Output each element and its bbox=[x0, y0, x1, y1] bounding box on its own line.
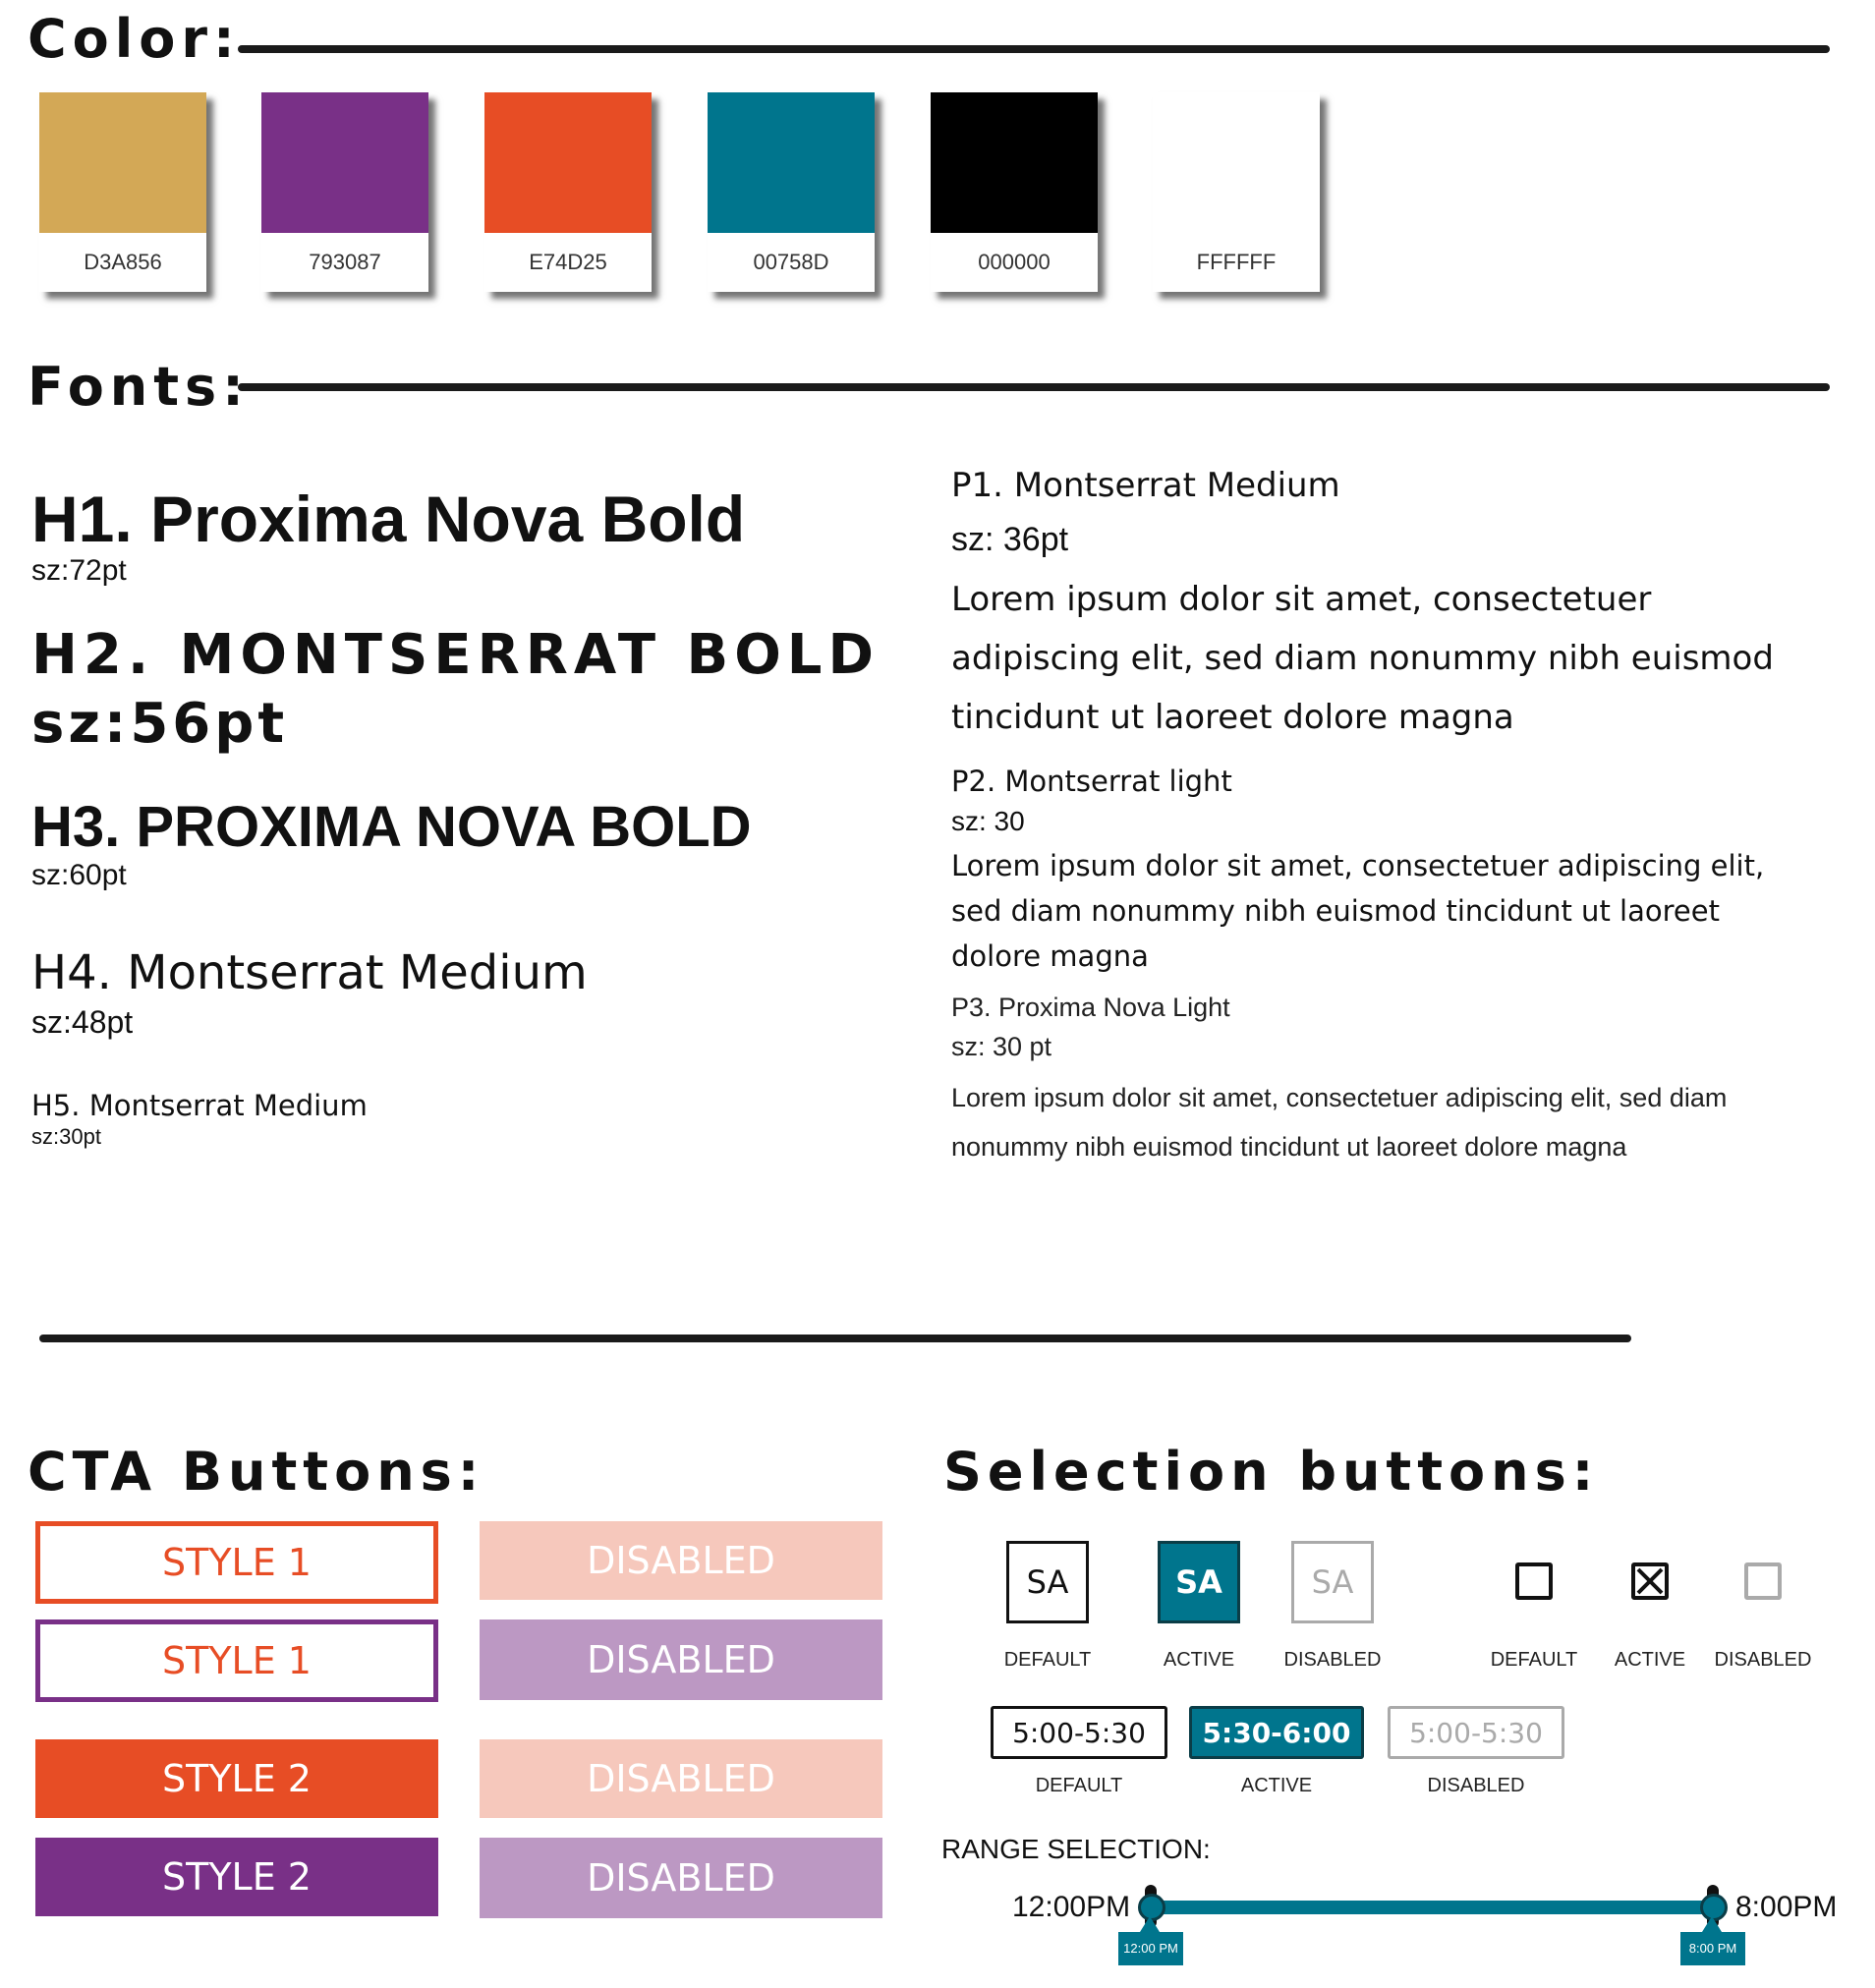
swatch-purple: 793087 bbox=[261, 92, 428, 292]
swatch-hex: D3A856 bbox=[84, 250, 162, 274]
range-slider-track[interactable] bbox=[1150, 1901, 1714, 1914]
range-end-tooltip: 8:00 PM bbox=[1680, 1916, 1745, 1965]
p1-size: sz: 36pt bbox=[951, 521, 1069, 558]
time-slot-disabled-caption: DISABLED bbox=[1427, 1775, 1525, 1796]
p2-line: Lorem ipsum dolor sit amet, consectetuer… bbox=[951, 849, 1765, 882]
p1-line: Lorem ipsum dolor sit amet, consectetuer bbox=[951, 580, 1652, 619]
range-end-label: 8:00PM bbox=[1735, 1891, 1838, 1923]
time-slot-active-caption: ACTIVE bbox=[1240, 1775, 1313, 1796]
section-title-color: Color: bbox=[28, 8, 241, 70]
checkbox-active[interactable] bbox=[1631, 1562, 1669, 1600]
p1-line: tincidunt ut laoreet dolore magna bbox=[951, 698, 1514, 737]
swatch-hex: FFFFFF bbox=[1196, 250, 1277, 274]
swatch-white: FFFFFF bbox=[1153, 92, 1320, 292]
cta-disabled-purple-button: DISABLED bbox=[480, 1838, 882, 1918]
h3-sample: H3. PROXIMA NOVA BOLD bbox=[31, 795, 752, 859]
swatch-orange: E74D25 bbox=[484, 92, 652, 292]
swatch-chip bbox=[931, 92, 1098, 233]
sa-disabled-button: SA bbox=[1291, 1541, 1374, 1623]
section-title-fonts: Fonts: bbox=[28, 356, 250, 418]
p3-size: sz: 30 pt bbox=[951, 1032, 1052, 1061]
checkbox-x-icon bbox=[1636, 1567, 1664, 1595]
h2-sample: H2. MONTSERRAT BOLD bbox=[31, 623, 880, 687]
sa-active-caption: ACTIVE bbox=[1163, 1649, 1235, 1671]
h5-sample: H5. Montserrat Medium bbox=[31, 1089, 368, 1122]
swatch-gold: D3A856 bbox=[39, 92, 206, 292]
swatch-hex: 000000 bbox=[978, 250, 1051, 274]
p1-name: P1. Montserrat Medium bbox=[951, 466, 1340, 505]
h1-sample: H1. Proxima Nova Bold bbox=[31, 483, 746, 555]
divider-color bbox=[238, 45, 1830, 53]
checkbox-default-caption: DEFAULT bbox=[1490, 1649, 1578, 1671]
p2-size: sz: 30 bbox=[951, 806, 1025, 836]
tooltip-box: 8:00 PM bbox=[1680, 1932, 1745, 1965]
cta-style1-orange-button[interactable]: STYLE 1 bbox=[35, 1521, 438, 1604]
tooltip-arrow bbox=[1702, 1916, 1722, 1932]
swatch-hex: 00758D bbox=[753, 250, 829, 274]
swatch-hex: 793087 bbox=[309, 250, 381, 274]
section-title-cta: CTA Buttons: bbox=[28, 1441, 485, 1503]
swatch-black: 000000 bbox=[931, 92, 1098, 292]
h4-size: sz:48pt bbox=[31, 1004, 134, 1040]
cta-style2-purple-button[interactable]: STYLE 2 bbox=[35, 1838, 438, 1916]
sa-default-button[interactable]: SA bbox=[1006, 1541, 1089, 1623]
range-start-tooltip: 12:00 PM bbox=[1118, 1916, 1183, 1965]
checkbox-disabled-caption: DISABLED bbox=[1714, 1649, 1812, 1671]
p2-name: P2. Montserrat light bbox=[951, 765, 1232, 798]
divider-fonts bbox=[238, 383, 1830, 391]
h1-size: sz:72pt bbox=[31, 554, 127, 587]
swatch-teal: 00758D bbox=[708, 92, 875, 292]
swatch-chip bbox=[39, 92, 206, 233]
p1-line: adipiscing elit, sed diam nonummy nibh e… bbox=[951, 639, 1774, 678]
cta-style2-orange-button[interactable]: STYLE 2 bbox=[35, 1739, 438, 1818]
swatch-hex: E74D25 bbox=[529, 250, 607, 274]
time-slot-default-button[interactable]: 5:00-5:30 bbox=[991, 1706, 1167, 1759]
p3-name: P3. Proxima Nova Light bbox=[951, 993, 1230, 1022]
sa-active-button[interactable]: SA bbox=[1158, 1541, 1240, 1623]
cta-disabled-orange-button: DISABLED bbox=[480, 1739, 882, 1818]
swatch-chip bbox=[484, 92, 652, 233]
swatch-chip bbox=[708, 92, 875, 233]
checkbox-default[interactable] bbox=[1515, 1562, 1553, 1600]
sa-default-caption: DEFAULT bbox=[1003, 1649, 1092, 1671]
tooltip-box: 12:00 PM bbox=[1118, 1932, 1183, 1965]
tooltip-arrow bbox=[1140, 1916, 1160, 1932]
cta-disabled-purple-outline-button: DISABLED bbox=[480, 1619, 882, 1700]
cta-disabled-orange-outline-button: DISABLED bbox=[480, 1521, 882, 1600]
h4-sample: H4. Montserrat Medium bbox=[31, 945, 588, 1000]
time-slot-default-caption: DEFAULT bbox=[1035, 1775, 1123, 1796]
range-start-label: 12:00PM bbox=[1012, 1891, 1131, 1923]
time-slot-disabled-button: 5:00-5:30 bbox=[1388, 1706, 1564, 1759]
time-slot-active-button[interactable]: 5:30-6:00 bbox=[1189, 1706, 1364, 1759]
swatch-chip bbox=[261, 92, 428, 233]
p3-line: nonummy nibh euismod tincidunt ut laoree… bbox=[951, 1132, 1627, 1162]
h3-size: sz:60pt bbox=[31, 859, 127, 891]
sa-disabled-caption: DISABLED bbox=[1283, 1649, 1382, 1671]
checkbox-active-caption: ACTIVE bbox=[1614, 1649, 1686, 1671]
divider-components bbox=[39, 1335, 1631, 1342]
section-title-selection: Selection buttons: bbox=[943, 1441, 1600, 1503]
p2-line: sed diam nonummy nibh euismod tincidunt … bbox=[951, 894, 1720, 928]
p3-line: Lorem ipsum dolor sit amet, consectetuer… bbox=[951, 1083, 1728, 1112]
range-selection-title: RANGE SELECTION: bbox=[941, 1834, 1211, 1864]
p2-line: dolore magna bbox=[951, 939, 1149, 973]
checkbox-disabled bbox=[1744, 1562, 1782, 1600]
h5-size: sz:30pt bbox=[31, 1124, 101, 1149]
h2-size: sz:56pt bbox=[31, 692, 289, 756]
swatch-chip bbox=[1153, 92, 1320, 233]
cta-style1-purple-button[interactable]: STYLE 1 bbox=[35, 1619, 438, 1702]
